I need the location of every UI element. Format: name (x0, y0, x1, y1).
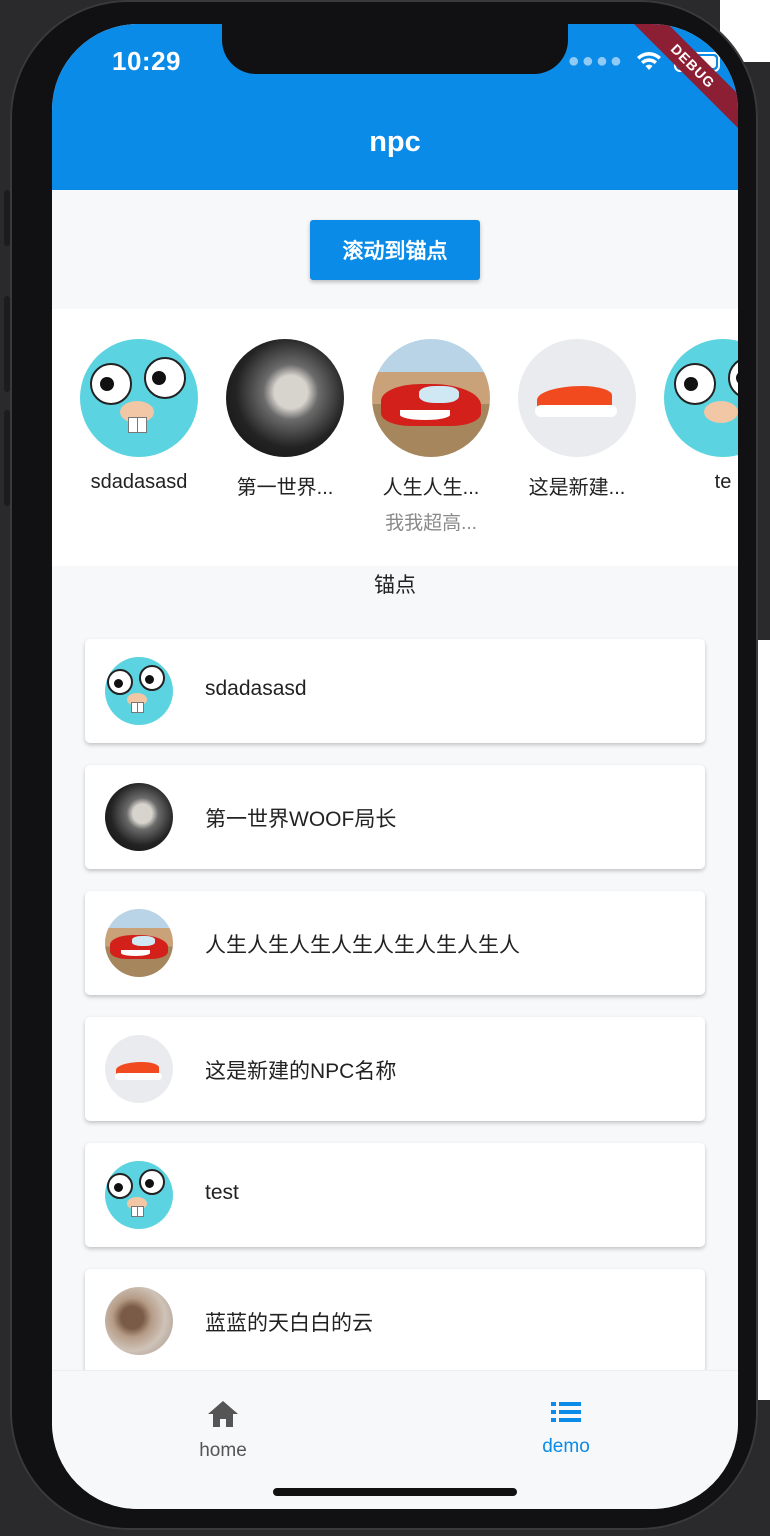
avatar (664, 339, 738, 457)
npc-name: 这是新建... (528, 477, 626, 499)
npc-list-item[interactable]: test (85, 1143, 705, 1247)
avatar (518, 339, 636, 457)
npc-name: 蓝蓝的天白白的云 (205, 1312, 373, 1335)
npc-name: 人生人生... (382, 477, 480, 499)
npc-horizontal-list[interactable]: sdadasasd 第一世界... 人生人生... 我我超高... 这是新建..… (52, 309, 738, 566)
npc-name: 这是新建的NPC名称 (205, 1060, 397, 1083)
npc-name: te (714, 471, 732, 493)
page-title: npc (369, 126, 421, 158)
npc-strip-item[interactable]: sdadasasd (66, 339, 212, 494)
nav-item-demo[interactable]: demo (486, 1399, 646, 1458)
npc-list-item[interactable]: sdadasasd (85, 639, 705, 743)
npc-strip-item[interactable]: te (650, 339, 738, 494)
scroll-to-anchor-button[interactable]: 滚动到锚点 (310, 220, 480, 280)
avatar (105, 657, 173, 725)
side-button (4, 190, 10, 246)
npc-list-item[interactable]: 人生人生人生人生人生人生人生人 (85, 891, 705, 995)
npc-list-item[interactable]: 蓝蓝的天白白的云 (85, 1269, 705, 1373)
anchor-label: 锚点 (374, 574, 416, 597)
npc-name: sdadasasd (205, 677, 307, 700)
nav-label-demo: demo (542, 1436, 590, 1457)
avatar (372, 339, 490, 457)
npc-strip-item[interactable]: 人生人生... 我我超高... (358, 339, 504, 535)
npc-subtitle: 我我超高... (385, 513, 477, 534)
wifi-icon (637, 51, 661, 70)
phone-frame: 10:29 ●●●● DEBUG npc 滚动到锚点 sdadasasd 第一世… (4, 0, 758, 1530)
npc-list-item[interactable]: 这是新建的NPC名称 (85, 1017, 705, 1121)
avatar (105, 1035, 173, 1103)
home-indicator[interactable] (273, 1488, 517, 1496)
app-bar: 10:29 ●●●● DEBUG npc (52, 24, 738, 190)
npc-name: 第一世界... (236, 477, 334, 499)
avatar (105, 1287, 173, 1355)
npc-name: sdadasasd (90, 471, 188, 493)
signal-icon: ●●●● (567, 50, 624, 72)
avatar (226, 339, 344, 457)
npc-list-item[interactable]: 第一世界WOOF局长 (85, 765, 705, 869)
side-button (4, 410, 10, 506)
npc-strip-item[interactable]: 第一世界... (212, 339, 358, 500)
list-icon (551, 1402, 581, 1422)
debug-banner: DEBUG (624, 24, 738, 135)
avatar (80, 339, 198, 457)
nav-item-home[interactable]: home (143, 1399, 303, 1462)
npc-name: 人生人生人生人生人生人生人生人 (205, 934, 520, 957)
home-icon (208, 1401, 238, 1427)
npc-name: 第一世界WOOF局长 (205, 808, 397, 831)
avatar (105, 783, 173, 851)
npc-strip-item[interactable]: 这是新建... (504, 339, 650, 500)
avatar (105, 909, 173, 977)
app-screen: 10:29 ●●●● DEBUG npc 滚动到锚点 sdadasasd 第一世… (52, 24, 738, 1509)
nav-label-home: home (199, 1440, 247, 1461)
notch (222, 24, 568, 74)
avatar (105, 1161, 173, 1229)
status-time: 10:29 (112, 46, 181, 76)
side-button (4, 296, 10, 392)
npc-name: test (205, 1181, 239, 1204)
